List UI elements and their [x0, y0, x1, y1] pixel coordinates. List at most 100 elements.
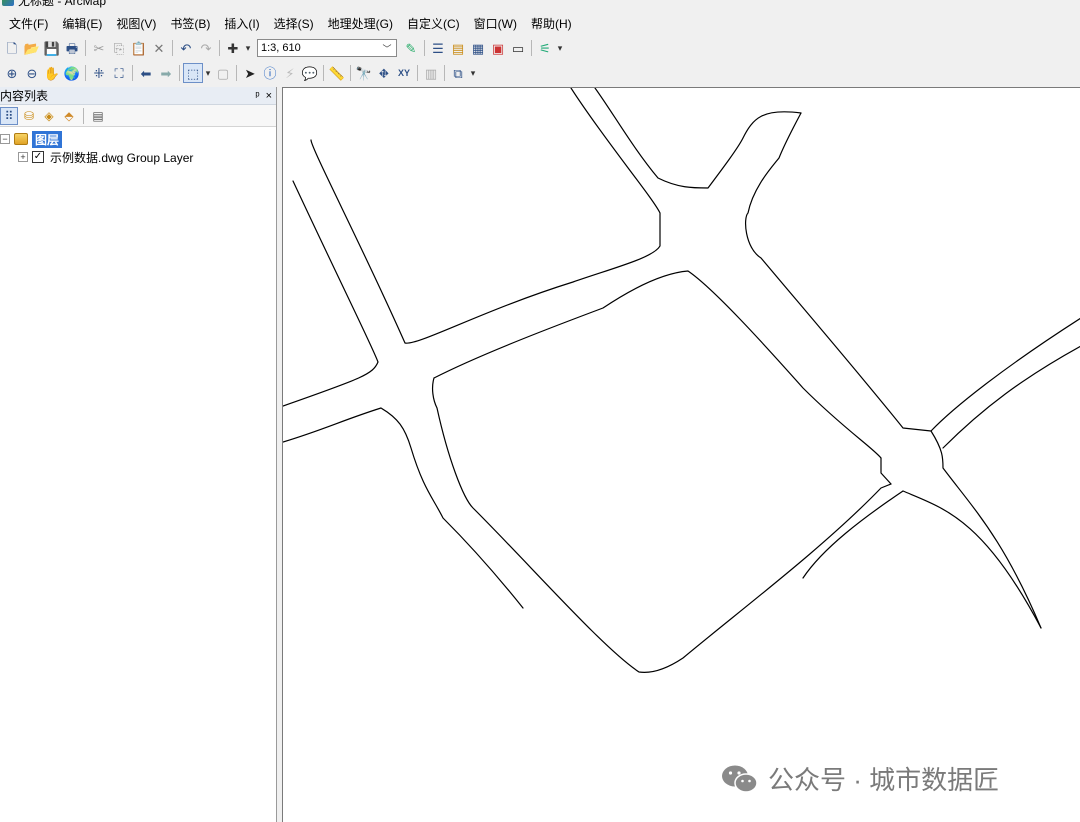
menu-customize[interactable]: 自定义(C) — [400, 14, 467, 34]
menu-geoprocessing[interactable]: 地理处理(G) — [321, 14, 400, 34]
add-data-icon[interactable]: ✚ — [223, 38, 243, 58]
wechat-icon — [722, 765, 758, 793]
pin-icon[interactable]: ᵖ — [255, 90, 259, 102]
time-slider-icon[interactable]: ▥ — [421, 63, 441, 83]
group-layer-label[interactable]: 示例数据.dwg Group Layer — [50, 149, 193, 166]
pan-icon[interactable]: ✋ — [42, 63, 62, 83]
toolbar-separator — [444, 65, 445, 81]
toolbar-separator — [236, 65, 237, 81]
toc-toolbar: ⠿ ⛁ ◈ ⬘ ▤ — [0, 105, 276, 127]
toolbar-separator — [83, 107, 84, 124]
root-layers-label[interactable]: 图层 — [32, 130, 63, 148]
layer-visibility-checkbox[interactable]: ✓ — [32, 151, 44, 163]
toolbar-separator — [417, 65, 418, 81]
tools-toolbar: ⊕ ⊖ ✋ 🌍 ⁜ ⛶ ⬅ ➡ ⬚ ▾ ▢ ➤ ⓘ ⚡ 💬 📏 🔭 ⛖ XY ▥… — [0, 61, 1080, 85]
toolbar-options-icon[interactable]: ▾ — [468, 63, 478, 83]
road-edge — [902, 490, 1042, 629]
open-folder-icon[interactable]: 📂 — [22, 38, 42, 58]
zoom-in-icon[interactable]: ⊕ — [2, 63, 22, 83]
forward-icon[interactable]: ➡ — [156, 63, 176, 83]
arctoolbox-icon[interactable]: ▣ — [488, 38, 508, 58]
full-extent-icon[interactable]: 🌍 — [62, 63, 82, 83]
toolbar-options-icon[interactable]: ▾ — [555, 38, 565, 58]
layers-icon — [14, 133, 28, 145]
cut-icon[interactable]: ✂ — [89, 38, 109, 58]
toolbar-separator — [85, 65, 86, 81]
menu-windows[interactable]: 窗口(W) — [467, 14, 524, 34]
tree-group-layer[interactable]: + ✓ 示例数据.dwg Group Layer — [0, 148, 276, 166]
toc-title: 内容列表 — [0, 89, 49, 103]
paste-icon[interactable]: 📋 — [129, 38, 149, 58]
menu-bookmarks[interactable]: 书签(B) — [163, 14, 217, 34]
standard-toolbar: 🗋 📂 💾 🖶 ✂ ⎘ 📋 ✕ ↶ ↷ ✚ ▾ ﹀ ✎ ☰ ▤ ▦ ▣ ▭ ⚟ … — [0, 36, 1080, 60]
create-viewer-icon[interactable]: ⧉ — [448, 63, 468, 83]
menu-view[interactable]: 视图(V) — [109, 14, 163, 34]
toolbar-separator — [424, 40, 425, 56]
select-dropdown-icon[interactable]: ▾ — [203, 63, 213, 83]
toolbar-separator — [219, 40, 220, 56]
fixed-zoom-out-icon[interactable]: ⛶ — [109, 63, 129, 83]
list-by-drawing-order-icon[interactable]: ⠿ — [0, 106, 18, 125]
save-icon[interactable]: 💾 — [42, 38, 62, 58]
redo-icon[interactable]: ↷ — [196, 38, 216, 58]
road-edge — [283, 180, 379, 407]
layer-tree: − 图层 + ✓ 示例数据.dwg Group Layer — [0, 127, 276, 166]
list-by-selection-icon[interactable]: ⬘ — [60, 107, 78, 125]
catalog-icon[interactable]: ▤ — [448, 38, 468, 58]
tree-root-layers[interactable]: − 图层 — [0, 130, 276, 148]
menu-selection[interactable]: 选择(S) — [267, 14, 321, 34]
hyperlink-icon[interactable]: ⚡ — [280, 63, 300, 83]
go-to-xy-icon[interactable]: XY — [394, 63, 414, 83]
toc-options-icon[interactable]: ▤ — [89, 107, 107, 125]
measure-icon[interactable]: 📏 — [327, 63, 347, 83]
clear-selection-icon[interactable]: ▢ — [213, 63, 233, 83]
arcmap-window: 无标题 - ArcMap 文件(F) 编辑(E) 视图(V) 书签(B) 插入(… — [0, 0, 1080, 822]
road-network-drawing — [283, 88, 1080, 673]
list-by-source-icon[interactable]: ⛁ — [20, 107, 38, 125]
road-edge — [433, 270, 882, 459]
model-builder-icon[interactable]: ⚟ — [535, 38, 555, 58]
watermark-text: 公众号 · 城市数据匠 — [768, 765, 1000, 795]
print-icon[interactable]: 🖶 — [62, 38, 82, 58]
menu-insert[interactable]: 插入(I) — [217, 14, 266, 34]
collapse-icon[interactable]: − — [0, 134, 10, 144]
search-window-icon[interactable]: ▦ — [468, 38, 488, 58]
toolbar-separator — [179, 65, 180, 81]
map-scale-input[interactable] — [258, 40, 378, 56]
editor-icon[interactable]: ✎ — [401, 38, 421, 58]
add-data-dropdown-icon[interactable]: ▾ — [243, 38, 253, 58]
find-icon[interactable]: 🔭 — [354, 63, 374, 83]
new-document-icon[interactable]: 🗋 — [2, 38, 22, 58]
fixed-zoom-in-icon[interactable]: ⁜ — [89, 63, 109, 83]
toolbar-separator — [531, 40, 532, 56]
python-icon[interactable]: ▭ — [508, 38, 528, 58]
road-edge — [594, 88, 802, 189]
table-of-contents-panel: 内容列表 ᵖ × ⠿ ⛁ ◈ ⬘ ▤ − 图层 + ✓ 示例数据.dwg Gro… — [0, 87, 277, 822]
expand-icon[interactable]: + — [18, 152, 28, 162]
select-features-icon[interactable]: ⬚ — [183, 63, 203, 83]
road-edge — [431, 377, 892, 673]
zoom-out-icon[interactable]: ⊖ — [22, 63, 42, 83]
list-by-visibility-icon[interactable]: ◈ — [40, 107, 58, 125]
title-bar: 无标题 - ArcMap — [0, 0, 1080, 8]
select-elements-icon[interactable]: ➤ — [240, 63, 260, 83]
chevron-down-icon[interactable]: ﹀ — [378, 42, 396, 55]
back-icon[interactable]: ⬅ — [136, 63, 156, 83]
road-edge — [745, 112, 1080, 432]
close-icon[interactable]: × — [266, 90, 272, 102]
copy-icon[interactable]: ⎘ — [109, 38, 129, 58]
menu-edit[interactable]: 编辑(E) — [55, 14, 109, 34]
menu-help[interactable]: 帮助(H) — [524, 14, 579, 34]
map-scale-combo[interactable]: ﹀ — [257, 39, 397, 57]
toolbar-separator — [350, 65, 351, 81]
html-popup-icon[interactable]: 💬 — [300, 63, 320, 83]
undo-icon[interactable]: ↶ — [176, 38, 196, 58]
toolbar-separator — [132, 65, 133, 81]
toolbar-separator — [172, 40, 173, 56]
identify-icon[interactable]: ⓘ — [260, 63, 280, 83]
table-of-contents-icon[interactable]: ☰ — [428, 38, 448, 58]
find-route-icon[interactable]: ⛖ — [374, 63, 394, 83]
menu-file[interactable]: 文件(F) — [2, 14, 55, 34]
delete-icon[interactable]: ✕ — [149, 38, 169, 58]
map-display[interactable] — [282, 87, 1080, 822]
